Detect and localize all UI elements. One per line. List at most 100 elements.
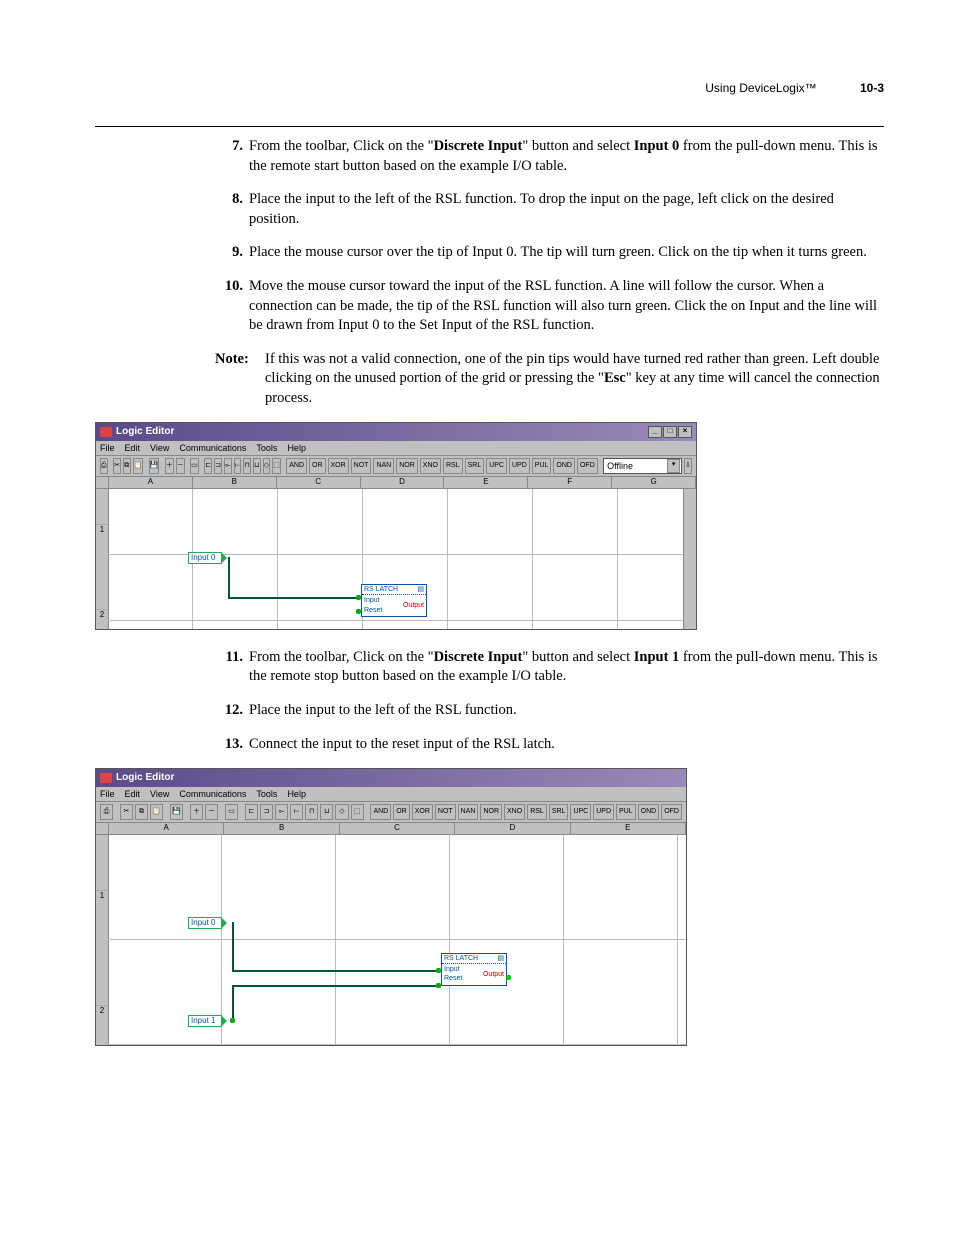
- menu-tools[interactable]: Tools: [256, 442, 277, 454]
- rs-latch-block[interactable]: RS LATCH▤ Input Reset Output: [441, 953, 507, 986]
- gate-upc[interactable]: UPC: [570, 804, 591, 820]
- paste-button[interactable]: 📋: [150, 804, 163, 820]
- copy-button[interactable]: ⧉: [123, 458, 131, 474]
- analog-input-button[interactable]: ⟜: [275, 804, 288, 820]
- zoom-in-button[interactable]: ＋: [165, 458, 174, 474]
- net-button[interactable]: ⬚: [272, 458, 281, 474]
- gate-nan[interactable]: NAN: [373, 458, 394, 474]
- gate-upc[interactable]: UPC: [486, 458, 507, 474]
- menu-view[interactable]: View: [150, 788, 169, 800]
- gate-upd[interactable]: UPD: [593, 804, 614, 820]
- step-10: 10. Move the mouse cursor toward the inp…: [215, 277, 884, 336]
- analog-input-button[interactable]: ⟜: [224, 458, 232, 474]
- param-button[interactable]: ◇: [263, 458, 271, 474]
- zoom-in-button[interactable]: ＋: [190, 804, 203, 820]
- gate-not[interactable]: NOT: [435, 804, 456, 820]
- gate-upd[interactable]: UPD: [509, 458, 530, 474]
- net-button[interactable]: ⬚: [351, 804, 364, 820]
- gate-and[interactable]: AND: [286, 458, 307, 474]
- block-menu-icon[interactable]: ▤: [497, 954, 504, 963]
- gate-pul[interactable]: PUL: [616, 804, 636, 820]
- gate-ond[interactable]: OND: [553, 458, 575, 474]
- maximize-button[interactable]: □: [663, 426, 677, 438]
- step-text: From the toolbar, Click on the "Discrete…: [249, 648, 884, 687]
- menu-edit[interactable]: Edit: [125, 788, 141, 800]
- grid-canvas[interactable]: 1 2 Input 0 Input 1 RS LATCH▤: [96, 835, 686, 1045]
- zoom-out-button[interactable]: －: [176, 458, 185, 474]
- step-12: 12. Place the input to the left of the R…: [215, 701, 884, 721]
- canvas[interactable]: Input 0 RS LATCH▤ Input Reset Output: [108, 489, 696, 629]
- menu-tools[interactable]: Tools: [256, 788, 277, 800]
- gate-nor[interactable]: NOR: [480, 804, 502, 820]
- gate-not[interactable]: NOT: [351, 458, 372, 474]
- gate-or[interactable]: OR: [309, 458, 326, 474]
- gate-xno[interactable]: XNO: [420, 458, 441, 474]
- gate-ond[interactable]: OND: [638, 804, 660, 820]
- menu-communications[interactable]: Communications: [179, 788, 246, 800]
- io-button[interactable]: ⊓: [305, 804, 318, 820]
- gate-and[interactable]: AND: [370, 804, 391, 820]
- gate-xno[interactable]: XNO: [504, 804, 525, 820]
- menu-communications[interactable]: Communications: [179, 442, 246, 454]
- gate-xor[interactable]: XOR: [328, 458, 349, 474]
- scrollbar-vertical[interactable]: [683, 489, 696, 629]
- gate-ofd[interactable]: OFD: [577, 458, 598, 474]
- canvas[interactable]: Input 0 Input 1 RS LATCH▤ Input Reset: [108, 835, 686, 1045]
- page-button[interactable]: ▭: [190, 458, 199, 474]
- menu-view[interactable]: View: [150, 442, 169, 454]
- discrete-input-button[interactable]: ⊏: [245, 804, 258, 820]
- print-button[interactable]: ⎙: [100, 458, 108, 474]
- wire: [232, 985, 234, 1021]
- save-button[interactable]: 💾: [170, 804, 183, 820]
- grid-canvas[interactable]: 1 2 Input 0 RS LATCH▤ Input Reset Outp: [96, 489, 696, 629]
- input0-node[interactable]: Input 0: [188, 917, 222, 929]
- gate-pul[interactable]: PUL: [532, 458, 552, 474]
- analog-output-button[interactable]: ⟝: [234, 458, 242, 474]
- menu-file[interactable]: File: [100, 442, 115, 454]
- close-button[interactable]: ×: [678, 426, 692, 438]
- header-title: Using DeviceLogix™: [705, 81, 816, 95]
- input1-node[interactable]: Input 1: [188, 1015, 222, 1027]
- save-button[interactable]: 💾: [149, 458, 160, 474]
- paste-button[interactable]: 📋: [133, 458, 144, 474]
- minimize-button[interactable]: _: [648, 426, 662, 438]
- zoom-out-button[interactable]: －: [205, 804, 218, 820]
- step-number: 10.: [215, 277, 249, 336]
- col-g: G: [612, 477, 696, 488]
- cut-button[interactable]: ✂: [120, 804, 133, 820]
- gate-rsl[interactable]: RSL: [443, 458, 463, 474]
- gate-nan[interactable]: NAN: [458, 804, 479, 820]
- status-combo[interactable]: Offline: [603, 458, 682, 474]
- gate-ofd[interactable]: OFD: [661, 804, 682, 820]
- step-7: 7. From the toolbar, Click on the "Discr…: [215, 137, 884, 176]
- print-button[interactable]: ⎙: [100, 804, 113, 820]
- io-button-2[interactable]: ⊔: [253, 458, 261, 474]
- copy-button[interactable]: ⧉: [135, 804, 148, 820]
- discrete-input-button[interactable]: ⊏: [204, 458, 212, 474]
- gate-nor[interactable]: NOR: [396, 458, 418, 474]
- io-button[interactable]: ⊓: [243, 458, 251, 474]
- download-button[interactable]: ⇩: [684, 458, 692, 474]
- discrete-output-button[interactable]: ⊐: [214, 458, 222, 474]
- gate-xor[interactable]: XOR: [412, 804, 433, 820]
- gate-srl[interactable]: SRL: [549, 804, 569, 820]
- cut-button[interactable]: ✂: [113, 458, 121, 474]
- menu-help[interactable]: Help: [287, 442, 306, 454]
- gate-rsl[interactable]: RSL: [527, 804, 547, 820]
- discrete-output-button[interactable]: ⊐: [260, 804, 273, 820]
- menu-edit[interactable]: Edit: [125, 442, 141, 454]
- input0-node[interactable]: Input 0: [188, 552, 222, 564]
- rs-latch-block[interactable]: RS LATCH▤ Input Reset Output: [361, 584, 427, 617]
- menubar: File Edit View Communications Tools Help: [96, 787, 686, 802]
- gate-srl[interactable]: SRL: [465, 458, 485, 474]
- menu-help[interactable]: Help: [287, 788, 306, 800]
- step-text: From the toolbar, Click on the "Discrete…: [249, 137, 884, 176]
- page-button[interactable]: ▭: [225, 804, 238, 820]
- block-menu-icon[interactable]: ▤: [417, 585, 424, 594]
- menu-file[interactable]: File: [100, 788, 115, 800]
- analog-output-button[interactable]: ⟝: [290, 804, 303, 820]
- param-button[interactable]: ◇: [335, 804, 348, 820]
- io-button-2[interactable]: ⊔: [320, 804, 333, 820]
- gate-or[interactable]: OR: [393, 804, 410, 820]
- col-b: B: [224, 823, 339, 834]
